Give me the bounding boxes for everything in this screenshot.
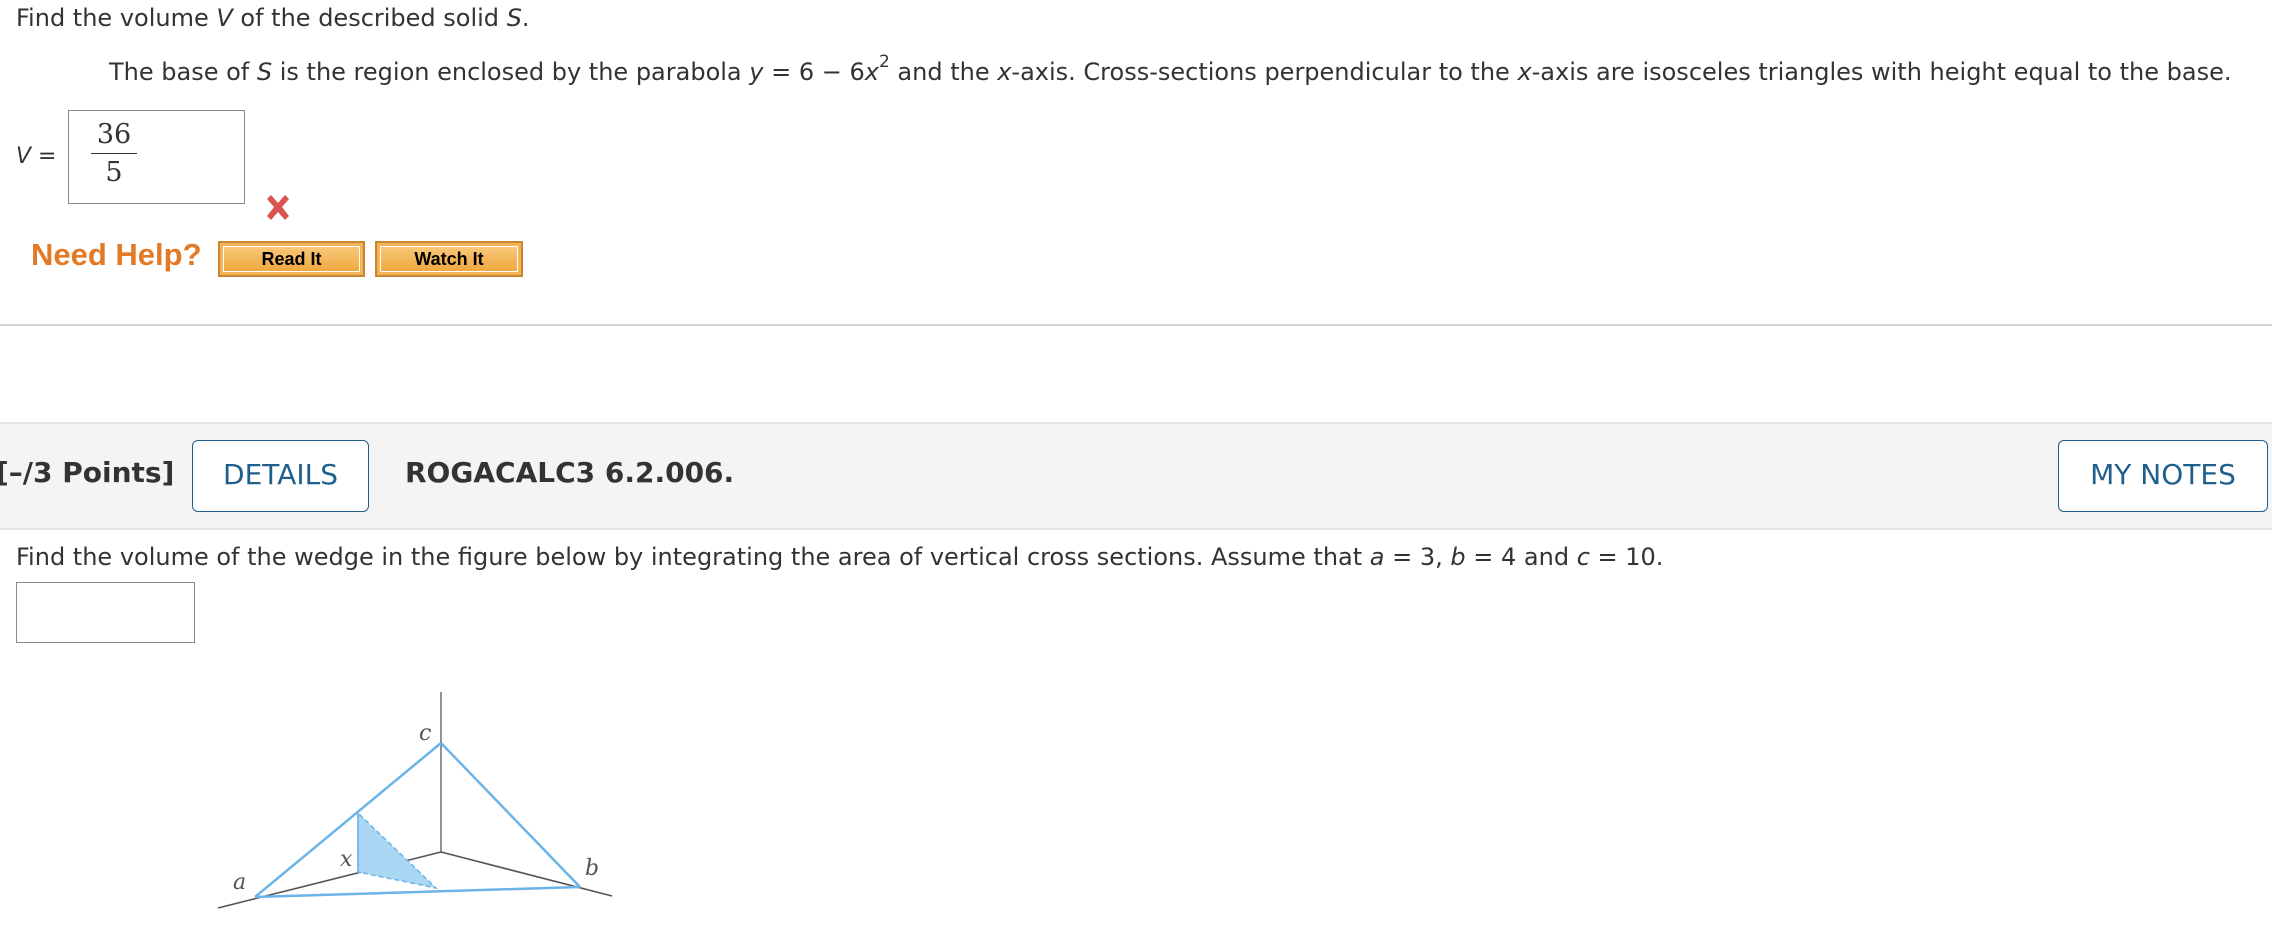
label-x: x <box>340 847 353 872</box>
question-divider <box>0 324 2272 326</box>
label-c: c <box>419 721 431 746</box>
details-button[interactable]: DETAILS <box>192 440 369 512</box>
need-help-label: Need Help? <box>31 237 202 272</box>
answer-label: V = <box>16 144 57 169</box>
wrong-x-icon <box>267 195 289 220</box>
fraction-denominator: 5 <box>105 157 123 188</box>
question-id: ROGACALC3 6.2.006. <box>405 456 735 489</box>
answer-input[interactable] <box>16 582 195 643</box>
answer-fraction: 36 5 <box>91 119 137 188</box>
question-prompt: Find the volume of the wedge in the figu… <box>16 543 1664 571</box>
fraction-numerator: 36 <box>91 119 137 154</box>
my-notes-button[interactable]: MY NOTES <box>2058 440 2268 512</box>
label-b: b <box>585 856 599 881</box>
wedge-edge-ab <box>254 885 581 899</box>
answer-input[interactable]: 36 5 <box>68 110 245 204</box>
points-label: [–/3 Points] <box>0 456 175 489</box>
wedge-edge-cb <box>440 742 581 888</box>
question-prompt: Find the volume V of the described solid… <box>16 4 530 32</box>
read-it-button[interactable]: Read It <box>218 241 365 277</box>
watch-it-button[interactable]: Watch It <box>375 241 523 277</box>
cross-section <box>357 811 439 890</box>
question-description: The base of S is the region enclosed by … <box>109 52 2232 86</box>
label-a: a <box>233 870 246 895</box>
wedge-figure: c a b x <box>217 692 613 909</box>
